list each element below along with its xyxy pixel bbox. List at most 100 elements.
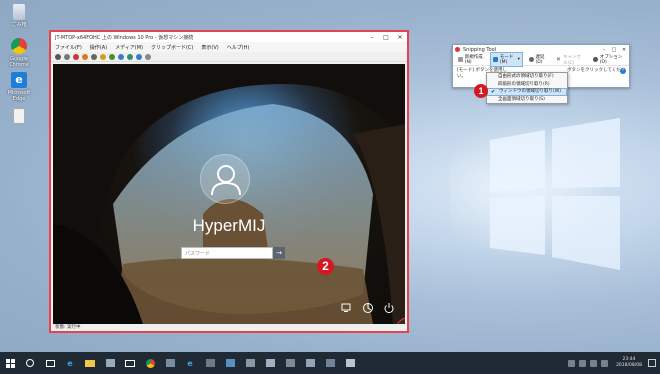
task-view-button[interactable] (43, 356, 57, 370)
mode-option-free-form[interactable]: 自由形式の領域切り取り(F) (487, 73, 567, 81)
username-label: HyperMIJ (192, 216, 266, 235)
maximize-icon[interactable]: □ (379, 34, 393, 41)
start-button[interactable] (3, 356, 17, 370)
revert-icon[interactable] (127, 53, 133, 60)
taskbar-app-edge[interactable]: e (63, 356, 77, 370)
taskbar-app-mail[interactable] (123, 356, 137, 370)
clock[interactable]: 23:44 2018/08/08 (616, 357, 642, 369)
share-icon[interactable] (145, 53, 151, 60)
taskbar-app-2[interactable] (243, 356, 257, 370)
minimize-icon[interactable]: – (365, 34, 379, 41)
options-button[interactable]: オプション(O) (591, 53, 625, 66)
reset-icon[interactable] (109, 53, 115, 60)
desktop-icon-document[interactable] (4, 108, 34, 126)
checkmark-icon: ✔ (491, 89, 496, 95)
menu-help[interactable]: ヘルプ(H) (227, 44, 250, 51)
mode-icon (493, 57, 498, 62)
snipping-tool-title: Snipping Tool (463, 46, 497, 53)
new-snip-button[interactable]: 新規作成(N) (456, 53, 486, 66)
volume-icon[interactable] (590, 359, 598, 367)
pause-icon[interactable] (100, 53, 106, 60)
menu-media[interactable]: メディア(M) (115, 44, 143, 51)
photos-icon (165, 359, 175, 367)
new-snip-label: 新規作成(N) (464, 55, 483, 65)
snipping-tool-toolbar: 新規作成(N) モード(M) ▾ 遅延(D) ✕ キャンセル(C) オプション(O) (453, 52, 629, 67)
app-icon (325, 359, 335, 367)
taskbar-app-ie[interactable]: e (183, 356, 197, 370)
menu-item-label: 全画面領域切り取り(S) (498, 96, 545, 102)
mode-option-full-screen[interactable]: 全画面領域切り取り(S) (487, 96, 567, 104)
taskbar-app-4[interactable] (283, 356, 297, 370)
edge-icon: e (11, 72, 27, 88)
vm-connection-window[interactable]: JT-MTOP-x64FOHC 上の Windows 10 Pro - 仮想マシ… (49, 30, 409, 333)
search-button[interactable] (23, 356, 37, 370)
vm-screen-lock-screen[interactable]: HyperMIJ パスワード → (53, 64, 405, 324)
submit-arrow-button[interactable]: → (273, 247, 285, 259)
desktop-icon-edge[interactable]: e Microsoft Edge (4, 72, 34, 102)
hand-cursor-icon (396, 318, 405, 324)
mode-option-window[interactable]: ✔ ウィンドウの領域切り取り(W) (487, 88, 567, 96)
menu-action[interactable]: 操作(A) (90, 44, 107, 51)
vm-toolbar (51, 52, 407, 62)
options-label: オプション(O) (599, 55, 623, 65)
taskbar-app-chrome[interactable] (143, 356, 157, 370)
desktop-icon-chrome[interactable]: Google Chrome (4, 38, 34, 68)
network-icon[interactable] (579, 359, 587, 367)
vm-titlebar[interactable]: JT-MTOP-x64FOHC 上の Windows 10 Pro - 仮想マシ… (51, 32, 407, 42)
close-icon[interactable]: ✕ (619, 47, 629, 53)
cancel-button[interactable]: ✕ キャンセル(C) (554, 53, 587, 67)
snipping-tool-logo-icon (455, 47, 460, 52)
task-view-icon (45, 359, 55, 367)
taskbar-app-6[interactable] (323, 356, 337, 370)
tray-icon[interactable] (568, 359, 576, 367)
recycle-bin-icon (13, 4, 25, 20)
taskbar-app-store[interactable] (103, 356, 117, 370)
ime-icon[interactable] (601, 359, 609, 367)
menu-clipboard[interactable]: クリップボード(C) (151, 44, 193, 51)
mail-icon (125, 359, 135, 367)
gear-icon (592, 57, 598, 62)
delay-button[interactable]: 遅延(D) (527, 53, 550, 66)
store-icon (105, 359, 115, 367)
mode-button[interactable]: モード(M) ▾ (490, 52, 523, 67)
minimize-icon[interactable]: – (599, 47, 609, 53)
start-icon[interactable] (64, 53, 70, 60)
turn-off-icon[interactable] (73, 53, 79, 60)
mode-option-rectangular[interactable]: 四角形の領域切り取り(R) (487, 81, 567, 89)
taskbar-app-1[interactable] (203, 356, 217, 370)
enhanced-session-icon[interactable] (136, 53, 142, 60)
ctrl-alt-del-icon[interactable] (55, 53, 61, 60)
step-badge-1: 1 (474, 84, 488, 98)
user-icon (211, 165, 241, 196)
desktop-icon-recycle-bin[interactable]: ごみ箱 (4, 4, 34, 28)
maximize-icon[interactable]: □ (609, 47, 619, 53)
x-icon: ✕ (556, 56, 562, 63)
password-input[interactable]: パスワード (181, 247, 273, 259)
save-icon[interactable] (91, 53, 97, 60)
ease-of-access-icon[interactable] (362, 302, 374, 314)
menu-view[interactable]: 表示(V) (201, 44, 218, 51)
checkpoint-icon[interactable] (118, 53, 124, 60)
help-icon[interactable]: ? (620, 68, 626, 74)
vm-status-bar: 状態: 実行中 (55, 325, 81, 330)
power-icon[interactable] (383, 302, 395, 314)
hint-text-3: い。 (457, 74, 466, 79)
app-icon (305, 359, 315, 367)
network-icon[interactable] (341, 302, 353, 314)
notification-icon[interactable] (648, 359, 656, 367)
taskbar-app-explorer[interactable] (83, 356, 97, 370)
taskbar-app-hyperv[interactable] (223, 356, 237, 370)
taskbar-app-photos[interactable] (163, 356, 177, 370)
taskbar-app-3[interactable] (263, 356, 277, 370)
ie-icon: e (187, 358, 193, 368)
shutdown-icon[interactable] (82, 53, 88, 60)
system-tray: 23:44 2018/08/08 (566, 357, 660, 369)
snipping-tool-titlebar[interactable]: Snipping Tool – □ ✕ (453, 45, 629, 54)
close-icon[interactable]: ✕ (393, 34, 407, 41)
vm-window-title: JT-MTOP-x64FOHC 上の Windows 10 Pro - 仮想マシ… (55, 34, 194, 41)
menu-item-label: 四角形の領域切り取り(R) (498, 81, 550, 87)
taskbar-app-snipping[interactable] (343, 356, 357, 370)
taskbar-app-5[interactable] (303, 356, 317, 370)
scissors-icon (458, 57, 463, 62)
menu-file[interactable]: ファイル(F) (55, 44, 82, 51)
